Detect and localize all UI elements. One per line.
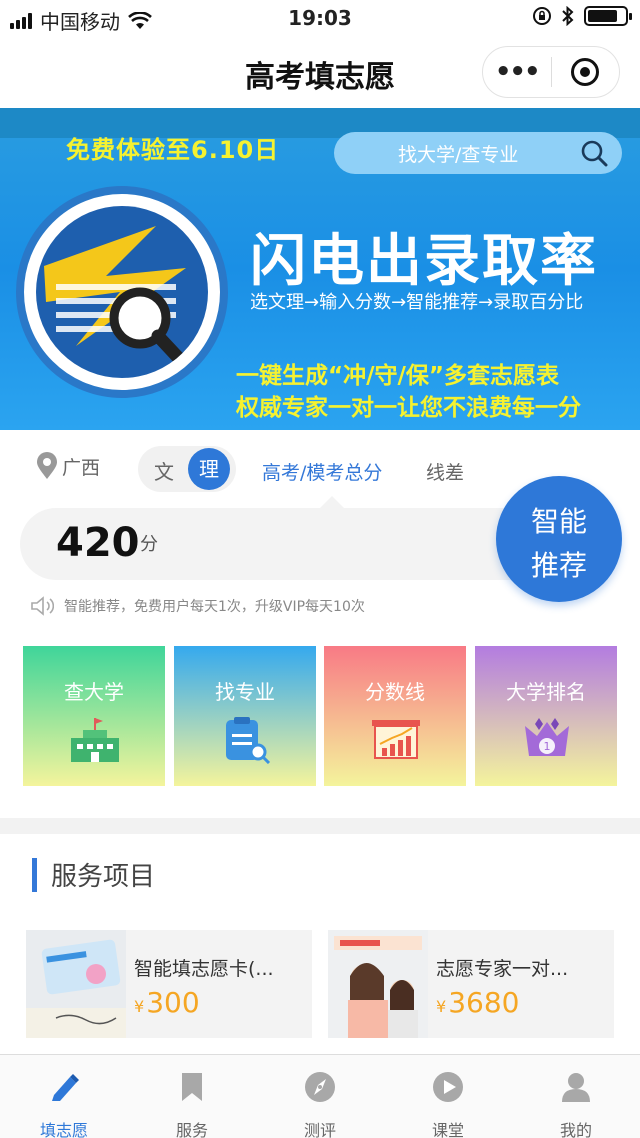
services-heading: 服务项目 — [32, 856, 155, 893]
bookmark-icon — [182, 1073, 202, 1101]
status-bar: 中国移动 19:03 — [0, 0, 640, 36]
tab-assessment[interactable]: 测评 — [256, 1055, 384, 1138]
close-miniprogram-button[interactable] — [552, 58, 620, 86]
search-bar[interactable]: 找大学/查专业 — [334, 132, 622, 174]
feature-label: 大学排名 — [506, 680, 586, 704]
promo-banner[interactable]: 免费体验至6.10日 找大学/查专业 闪电出录取率 选文理→输入分数→智能推荐→… — [0, 108, 640, 430]
tab-label: 课堂 — [431, 1121, 464, 1138]
bar-chart-board-icon — [372, 720, 420, 759]
tab-label: 测评 — [303, 1121, 336, 1138]
tab-label: 填志愿 — [39, 1121, 88, 1138]
bottom-tab-bar: 填志愿 服务 测评 课堂 我的 — [0, 1054, 640, 1138]
smart-recommend-button[interactable]: 智能 推荐 — [496, 476, 622, 602]
heading-accent-bar — [32, 857, 37, 892]
feature-label: 分数线 — [365, 680, 425, 704]
vip-card-thumbnail — [26, 930, 126, 1038]
tab-label: 我的 — [559, 1121, 592, 1138]
arts-option[interactable]: 文 — [154, 456, 174, 485]
status-right — [532, 6, 632, 26]
banner-slogan-1: 一键生成“冲/守/保”多套志愿表 — [236, 363, 560, 389]
recommend-label-1: 智能 — [530, 505, 587, 538]
play-icon — [433, 1072, 463, 1102]
battery-icon — [584, 6, 632, 26]
school-building-icon — [71, 718, 119, 762]
location-pin-icon — [37, 452, 57, 479]
search-placeholder: 找大学/查专业 — [398, 144, 519, 166]
banner-slogan-2: 权威专家一对一让您不浪费每一分 — [236, 395, 581, 421]
rotation-lock-icon — [533, 7, 551, 25]
feature-find-major[interactable]: 找专业 — [174, 646, 316, 786]
svg-text:1: 1 — [544, 740, 551, 753]
feature-find-university[interactable]: 查大学 — [23, 646, 165, 786]
feature-label: 查大学 — [64, 680, 124, 704]
recommend-label-2: 推荐 — [530, 549, 587, 582]
speaker-icon — [31, 596, 54, 616]
banner-subline: 选文理→输入分数→智能推荐→录取百分比 — [250, 292, 584, 313]
section-divider — [0, 818, 640, 834]
lightning-magnifier-logo — [16, 186, 228, 398]
score-input[interactable]: 420 分 — [20, 508, 560, 580]
notice-text: 智能推荐，免费用户每天1次，升级VIP每天10次 — [64, 599, 365, 615]
tab-fill-application[interactable]: 填志愿 — [0, 1055, 128, 1138]
notice-bar: 智能推荐，免费用户每天1次，升级VIP每天10次 — [30, 596, 365, 616]
banner-headline: 闪电出录取率 — [250, 229, 598, 294]
feature-label: 找专业 — [215, 680, 275, 704]
tab-label: 服务 — [175, 1121, 208, 1138]
province-label: 广西 — [62, 456, 101, 479]
province-selector[interactable]: 广西 — [36, 452, 100, 480]
person-icon — [562, 1073, 590, 1102]
free-trial-text: 免费体验至6.10日 — [66, 136, 280, 164]
score-value: 420 — [56, 520, 140, 566]
search-icon — [581, 140, 608, 167]
service-card[interactable]: 智能填志愿卡(... ¥300 — [26, 930, 312, 1038]
target-icon — [571, 58, 600, 86]
feature-score-line[interactable]: 分数线 — [324, 646, 466, 786]
tab-services[interactable]: 服务 — [128, 1055, 256, 1138]
arts-science-toggle[interactable]: 文 理 — [138, 446, 236, 492]
tab-line-diff[interactable]: 线差 — [426, 458, 464, 485]
services-title: 服务项目 — [51, 862, 156, 892]
score-unit: 分 — [140, 534, 158, 555]
expert-consult-thumbnail — [328, 930, 428, 1038]
pencil-icon — [52, 1074, 79, 1101]
tab-classroom[interactable]: 课堂 — [384, 1055, 512, 1138]
service-name: 志愿专家一对... — [436, 958, 569, 980]
service-name: 智能填志愿卡(... — [134, 958, 274, 980]
rank-crown-icon: 1 — [525, 718, 569, 756]
feature-university-ranking[interactable]: 大学排名 1 — [475, 646, 617, 786]
science-option[interactable]: 理 — [188, 448, 230, 490]
compass-icon — [305, 1072, 335, 1102]
nav-bar: 高考填志愿 ••• — [0, 36, 640, 108]
bluetooth-icon — [562, 6, 574, 26]
service-price: ¥300 — [134, 986, 200, 1019]
tab-total-score[interactable]: 高考/模考总分 — [262, 458, 382, 485]
service-price: ¥3680 — [436, 986, 520, 1019]
more-menu-button[interactable]: ••• — [483, 46, 551, 98]
miniprogram-capsule: ••• — [482, 46, 620, 98]
service-card[interactable]: 志愿专家一对... ¥3680 — [328, 930, 614, 1038]
clipboard-search-icon — [226, 717, 271, 764]
tab-profile[interactable]: 我的 — [512, 1055, 640, 1138]
active-tab-caret — [320, 496, 344, 508]
